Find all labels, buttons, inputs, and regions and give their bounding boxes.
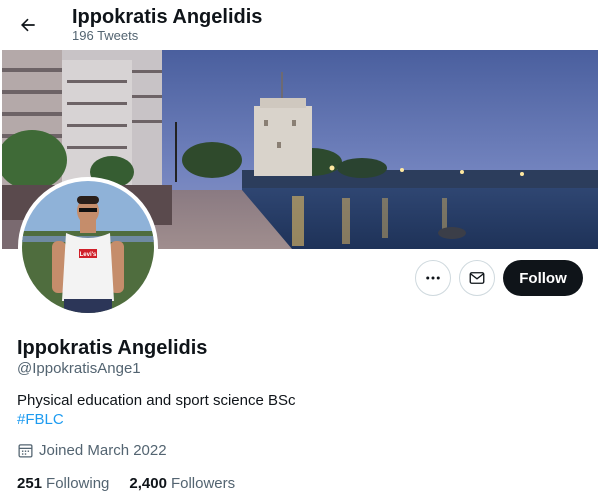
back-arrow-icon	[21, 18, 35, 32]
following-label: Following	[46, 475, 110, 492]
calendar-icon	[18, 444, 33, 458]
followers-link[interactable]: 2,400 Followers	[129, 474, 235, 494]
followers-count: 2,400	[129, 475, 167, 492]
bio-hashtag-link[interactable]: #FBLC	[17, 410, 64, 430]
following-count: 251	[17, 475, 43, 492]
joined-text: Joined March 2022	[39, 442, 167, 459]
more-button[interactable]	[415, 260, 451, 296]
message-button[interactable]	[459, 260, 495, 296]
tweet-count: 196 Tweets	[72, 28, 139, 43]
more-icon	[426, 276, 440, 280]
profile-name: Ippokratis Angelidis	[17, 337, 208, 359]
back-button[interactable]	[10, 7, 46, 43]
followers-label: Followers	[170, 475, 236, 492]
follow-counts: 251 Following 2,400 Followers	[17, 474, 255, 494]
following-link[interactable]: 251 Following	[17, 474, 109, 494]
envelope-icon	[469, 272, 485, 284]
profile-header-bar: Ippokratis Angelidis 196 Tweets	[0, 0, 600, 50]
header-title: Ippokratis Angelidis	[72, 6, 263, 28]
follow-button[interactable]: Follow	[503, 260, 583, 296]
shirt-logo-text: Levi's	[80, 252, 97, 258]
joined-date: Joined March 2022	[17, 442, 167, 459]
profile-avatar[interactable]: Levi's	[18, 177, 158, 317]
profile-handle: @IppokratisAnge1	[17, 360, 141, 377]
profile-bio: Physical education and sport science BSc	[17, 392, 296, 409]
